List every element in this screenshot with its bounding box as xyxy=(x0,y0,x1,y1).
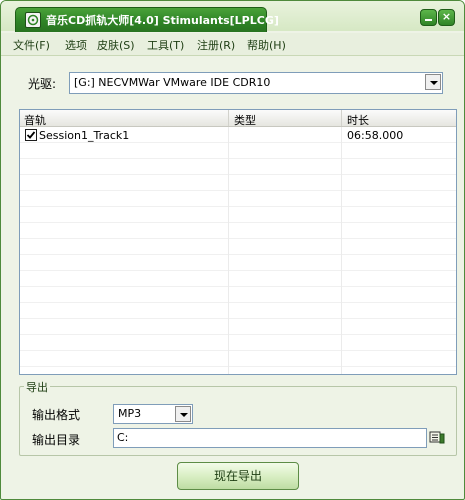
export-group-label: 导出 xyxy=(24,379,50,395)
menu-bar: 文件(F) 选项 皮肤(S) 工具(T) 注册(R) 帮助(H) xyxy=(1,33,464,56)
menu-file[interactable]: 文件(F) xyxy=(13,37,50,53)
format-select[interactable]: MP3 xyxy=(113,404,193,424)
column-separator[interactable] xyxy=(341,110,342,126)
app-icon xyxy=(25,12,41,28)
column-header-type[interactable]: 类型 xyxy=(234,112,256,128)
column-header-track[interactable]: 音轨 xyxy=(24,112,46,128)
track-duration: 06:58.000 xyxy=(347,129,404,142)
menu-help[interactable]: 帮助(H) xyxy=(247,37,286,53)
track-list-header: 音轨 类型 时长 xyxy=(20,110,456,127)
checkmark-icon xyxy=(26,131,36,139)
chevron-down-icon[interactable] xyxy=(175,406,191,422)
format-label: 输出格式 xyxy=(32,408,81,422)
title-bar[interactable]: 音乐CD抓轨大师[4.0] Stimulants[LPLCG] × xyxy=(1,1,464,32)
window-title: 音乐CD抓轨大师[4.0] Stimulants[LPLCG] xyxy=(46,14,279,27)
menu-skin[interactable]: 皮肤(S) xyxy=(97,37,135,53)
column-gridline xyxy=(228,127,229,374)
menu-register[interactable]: 注册(R) xyxy=(197,37,235,53)
output-dir-label: 输出目录 xyxy=(32,433,81,447)
window-controls: × xyxy=(419,9,455,26)
track-name: Session1_Track1 xyxy=(39,129,130,142)
output-dir-input[interactable]: C: xyxy=(113,428,427,448)
format-value: MP3 xyxy=(118,407,142,420)
minimize-icon[interactable] xyxy=(420,9,437,26)
drive-select[interactable]: [G:] NECVMWar VMware IDE CDR10 xyxy=(69,72,443,94)
table-row[interactable]: Session1_Track1 06:58.000 xyxy=(20,127,456,143)
chevron-down-icon[interactable] xyxy=(425,74,441,90)
track-list[interactable]: 音轨 类型 时长 Session1_Track1 06:58.000 xyxy=(19,109,457,375)
column-separator[interactable] xyxy=(228,110,229,126)
track-rows: Session1_Track1 06:58.000 xyxy=(20,127,456,374)
folder-browse-icon[interactable] xyxy=(429,429,445,445)
close-icon[interactable]: × xyxy=(438,9,455,26)
drive-selected-value: [G:] NECVMWar VMware IDE CDR10 xyxy=(74,76,271,89)
drive-label: 光驱: xyxy=(28,77,57,91)
title-tab: 音乐CD抓轨大师[4.0] Stimulants[LPLCG] xyxy=(15,7,279,32)
output-dir-value: C: xyxy=(117,431,129,444)
menu-options[interactable]: 选项 xyxy=(65,37,87,53)
main-window: 音乐CD抓轨大师[4.0] Stimulants[LPLCG] × 文件(F) … xyxy=(0,0,465,500)
track-checkbox[interactable] xyxy=(25,129,37,141)
menu-tools[interactable]: 工具(T) xyxy=(147,37,184,53)
column-gridline xyxy=(341,127,342,374)
column-header-duration[interactable]: 时长 xyxy=(347,112,369,128)
export-now-button[interactable]: 现在导出 xyxy=(177,462,299,490)
